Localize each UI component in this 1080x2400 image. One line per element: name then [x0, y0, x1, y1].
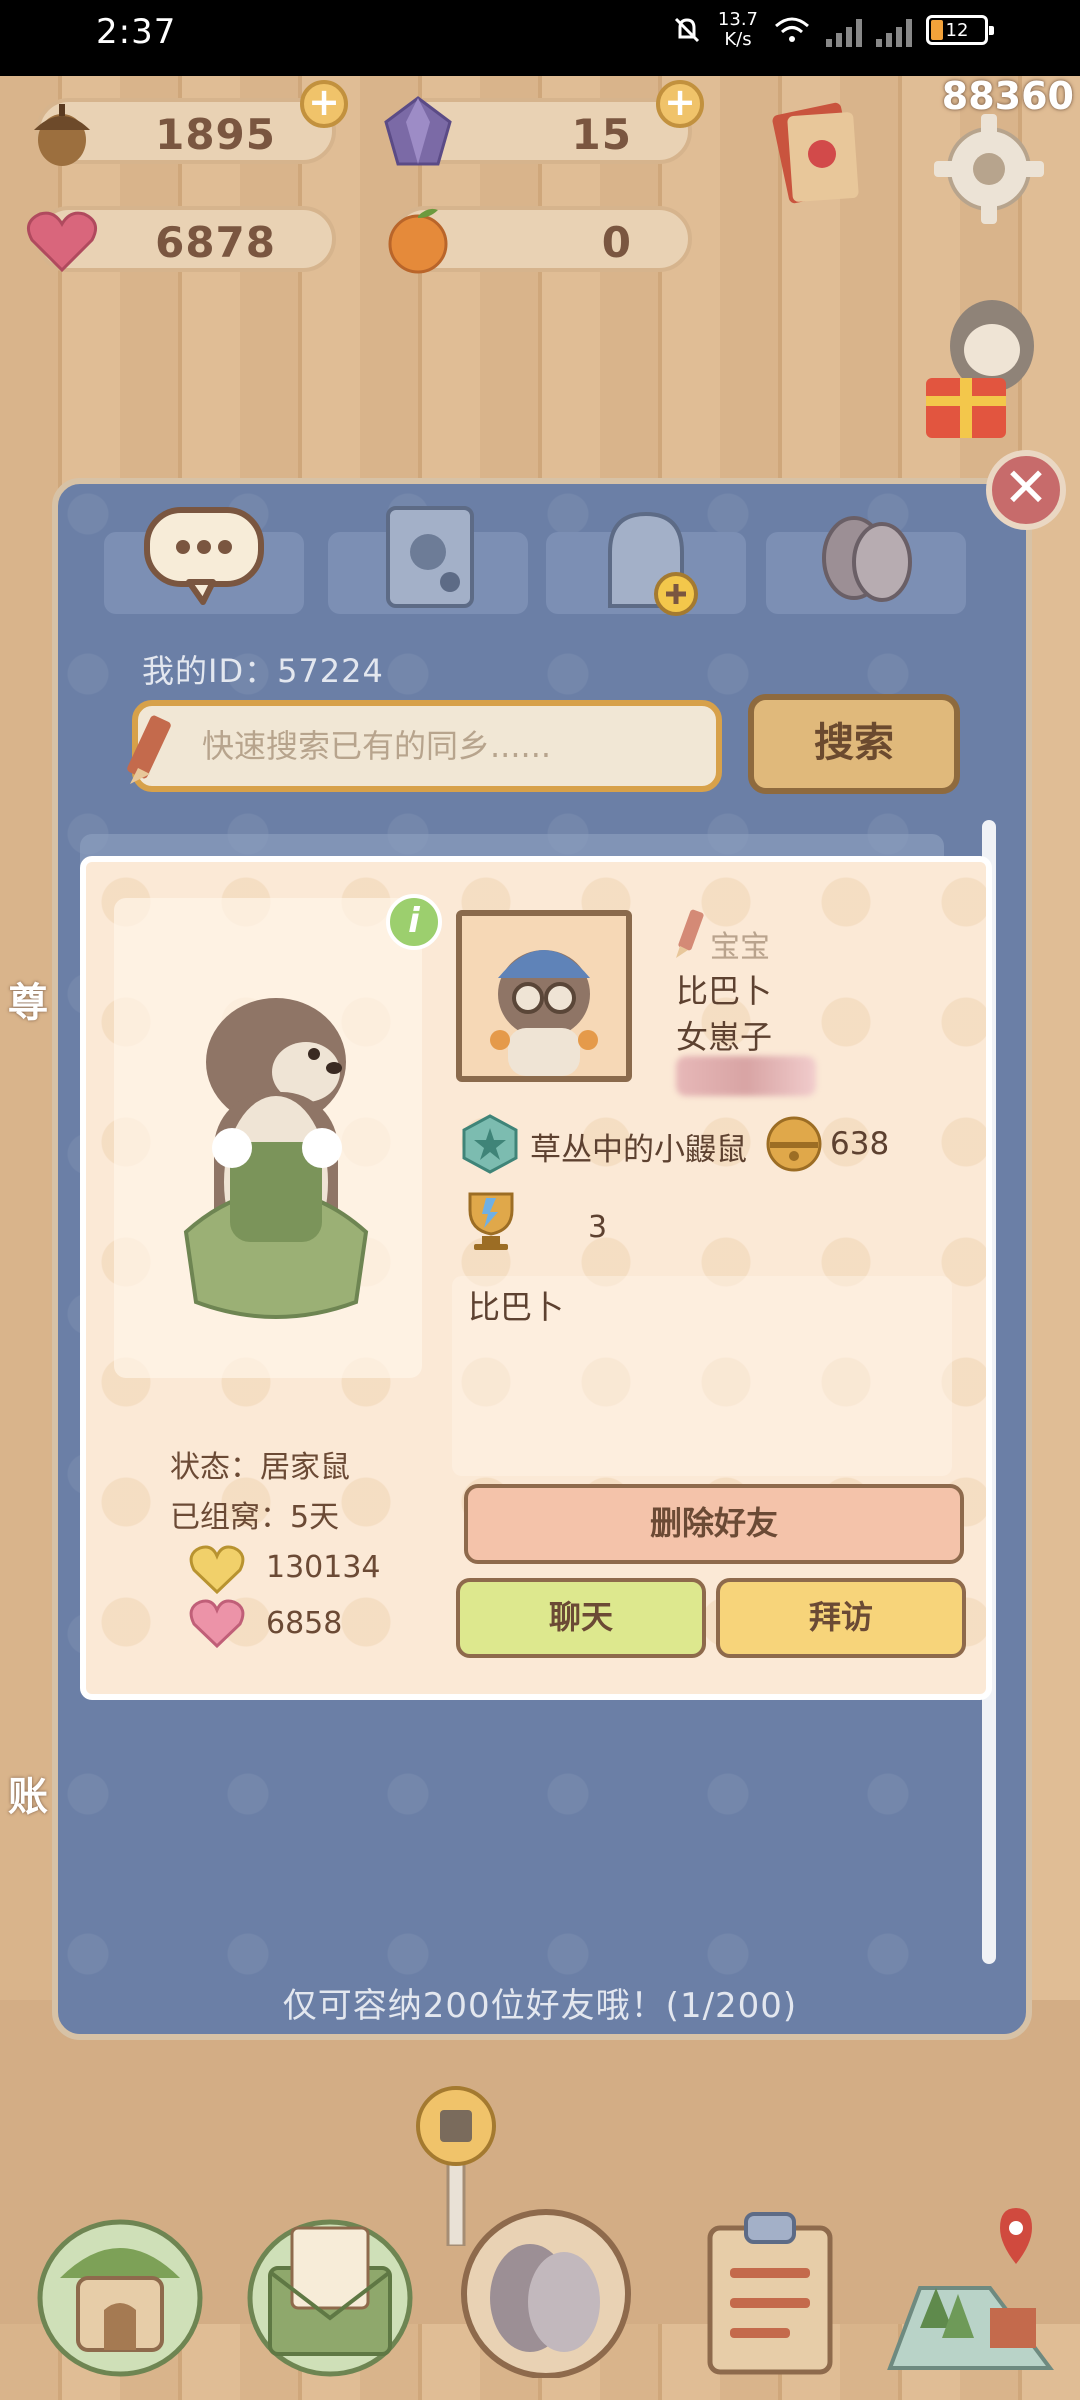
friend-remark: 宝宝 — [710, 930, 770, 965]
speech-bubble-icon — [144, 507, 264, 605]
signal-icon-2 — [876, 13, 912, 47]
add-crystals-button[interactable]: + — [656, 80, 704, 128]
tab-chat[interactable] — [104, 507, 304, 614]
home-icon[interactable] — [30, 2198, 210, 2378]
friend-avatar[interactable] — [456, 910, 632, 1082]
rank-title: 草丛中的小鼹鼠 — [530, 1132, 747, 1168]
edit-remark-icon[interactable] — [670, 908, 710, 960]
heart-counter: 6878 — [26, 206, 336, 273]
add-acorns-button[interactable]: + — [300, 80, 348, 128]
map-icon[interactable] — [880, 2198, 1060, 2378]
search-input[interactable] — [202, 720, 682, 772]
chat-button[interactable]: 聊天 — [456, 1578, 706, 1658]
event-book-icon[interactable] — [760, 94, 878, 212]
acorn-counter: 1895 + — [34, 80, 348, 166]
gift-sloth-icon[interactable] — [912, 286, 1052, 446]
search-button[interactable]: 搜索 — [748, 694, 960, 794]
tab-paws[interactable] — [766, 516, 966, 614]
wifi-icon — [775, 17, 809, 42]
trophy-icon — [468, 1192, 514, 1250]
status-bar: 2:37 13.7 K/s 12 — [0, 0, 1080, 76]
add-person-icon — [608, 511, 698, 616]
signal-icon — [826, 13, 862, 47]
rank-badge-icon — [462, 1114, 518, 1174]
avatar-otter-image — [462, 916, 626, 1076]
status-time: 2:37 — [96, 12, 177, 52]
trophy-count: 3 — [588, 1210, 608, 1245]
friend-nickname: 比巴卜 — [676, 972, 773, 1010]
blurred-text — [676, 1056, 816, 1096]
capacity-note: 仅可容纳200位好友哦！(1/200) — [282, 1986, 798, 2026]
close-button[interactable]: ✕ — [986, 450, 1066, 530]
side-label-bottom[interactable]: 账 — [8, 1764, 48, 1822]
visit-button[interactable]: 拜访 — [716, 1578, 966, 1658]
net-speed: 13.7 K/s — [717, 9, 758, 50]
crystal-icon — [384, 96, 452, 166]
status-icons: 13.7 K/s 12 — [670, 9, 994, 50]
pink-heart-count: 6858 — [266, 1606, 343, 1641]
bell-icon — [766, 1116, 822, 1172]
friend-status: 状态：居家鼠 — [170, 1450, 350, 1485]
orange-value: 0 — [601, 218, 632, 267]
otter-character-image — [183, 998, 369, 1319]
heart-gem-icon — [26, 211, 98, 273]
tab-friend-book[interactable] — [328, 506, 528, 614]
crystal-value: 15 — [571, 110, 632, 159]
crystal-counter: 15 + — [384, 80, 704, 166]
gold-heart-count: 130134 — [266, 1550, 381, 1585]
notebook-icon — [386, 506, 474, 608]
tab-add-friend[interactable] — [546, 511, 746, 616]
acorn-value: 1895 — [155, 110, 276, 159]
friend-gender: 女崽子 — [676, 1018, 773, 1056]
paws-icon — [822, 516, 912, 602]
orange-icon — [388, 208, 448, 274]
delete-friend-button[interactable]: 删除好友 — [464, 1484, 964, 1564]
pencil-icon — [127, 715, 171, 784]
nest-days: 已组窝：5天 — [170, 1500, 340, 1535]
friend-signature: 比巴卜 — [468, 1288, 565, 1326]
gold-heart-icon — [189, 1545, 245, 1594]
orange-counter: 0 — [388, 206, 692, 274]
pink-heart-icon — [189, 1599, 245, 1648]
search-box — [127, 700, 722, 792]
side-label-top[interactable]: 尊 — [8, 970, 48, 1028]
heart-value: 6878 — [155, 218, 276, 267]
friends-icon[interactable] — [456, 2198, 636, 2378]
acorn-icon — [34, 104, 90, 166]
info-icon[interactable]: i — [386, 894, 442, 950]
clipboard-icon[interactable] — [680, 2198, 860, 2378]
my-id-label: 我的ID：57224 — [142, 652, 384, 690]
mute-icon — [674, 17, 699, 43]
battery-icon: 12 — [926, 15, 994, 45]
settings-gear-icon[interactable] — [928, 108, 1050, 230]
mail-icon[interactable] — [240, 2198, 420, 2378]
bell-count: 638 — [830, 1126, 890, 1162]
friend-card: i 宝宝 比巴卜 女崽子 草丛中的小鼹鼠 638 3 比巴卜 状态：居家鼠 已组… — [80, 856, 992, 1700]
